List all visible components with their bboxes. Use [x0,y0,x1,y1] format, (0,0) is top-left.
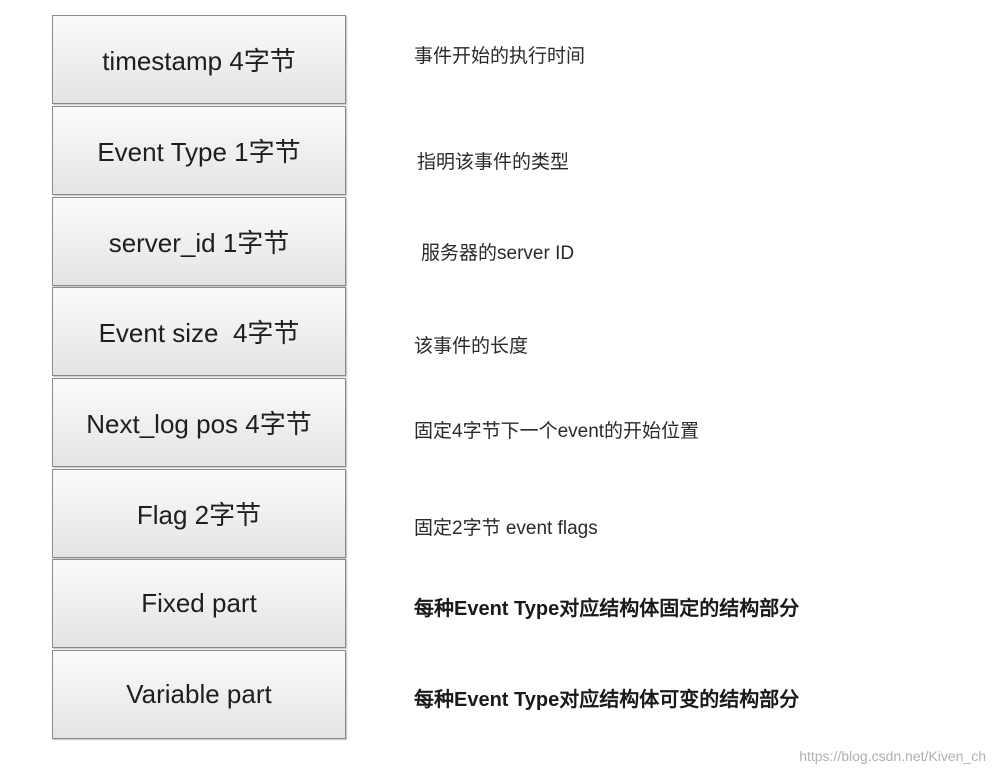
description-server-id: 服务器的server ID [421,243,575,264]
field-label-variable-part: Variable part [126,679,272,709]
field-box-event-type: Event Type 1字节 [52,106,346,195]
field-box-server-id: server_id 1字节 [52,197,346,286]
description-variable-part: 每种Event Type对应结构体可变的结构部分 [414,689,800,711]
description-event-type: 指明该事件的类型 [417,152,570,173]
description-fixed-part: 每种Event Type对应结构体固定的结构部分 [414,598,800,620]
field-label-fixed-part: Fixed part [141,588,257,618]
field-label-flag: Flag 2字节 [136,500,262,530]
field-box-fixed-part: Fixed part [52,559,346,648]
field-box-event-size: Event size 4字节 [52,287,346,376]
field-label-event-type: Event Type 1字节 [97,137,301,167]
field-box-next-log-pos: Next_log pos 4字节 [52,378,346,467]
field-box-timestamp: timestamp 4字节 [52,15,346,104]
event-header-stack: timestamp 4字节 Event Type 1字节 server_id 1… [52,15,348,741]
field-label-event-size: Event size 4字节 [98,318,300,348]
field-box-variable-part: Variable part [52,650,346,739]
description-timestamp: 事件开始的执行时间 [414,46,586,67]
description-next-log-pos: 固定4字节下一个event的开始位置 [414,421,700,442]
description-flag: 固定2字节 event flags [414,518,598,539]
field-label-next-log-pos: Next_log pos 4字节 [86,409,312,439]
watermark-url: https://blog.csdn.net/Kiven_ch [799,748,986,764]
field-label-server-id: server_id 1字节 [108,228,290,258]
field-label-timestamp: timestamp 4字节 [102,46,296,76]
field-box-flag: Flag 2字节 [52,469,346,558]
description-event-size: 该事件的长度 [414,336,529,357]
